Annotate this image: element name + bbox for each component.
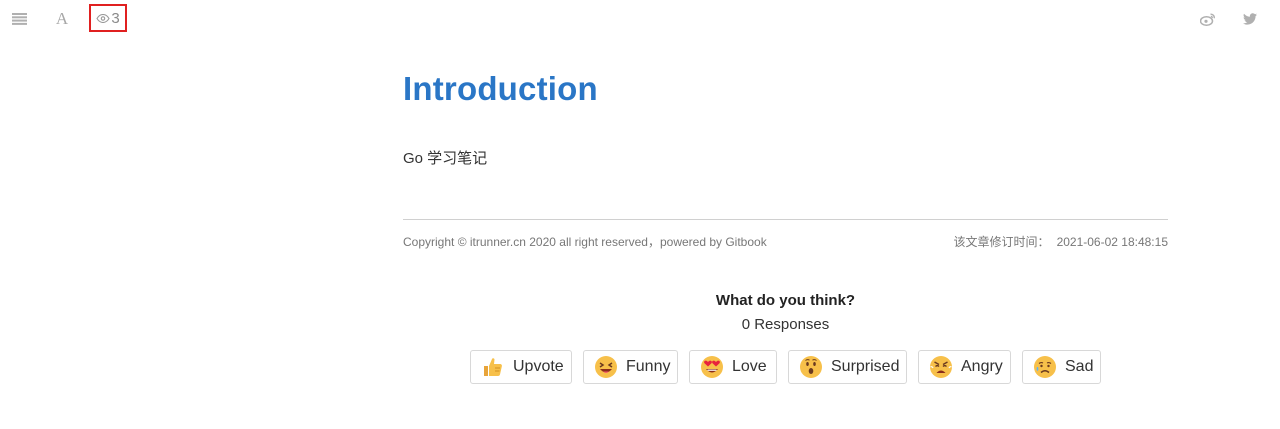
love-label: Love bbox=[732, 358, 767, 375]
surprised-button[interactable]: Surprised bbox=[788, 350, 907, 384]
page-body-text: Go 学习笔记 bbox=[403, 150, 488, 167]
surprised-label: Surprised bbox=[831, 358, 900, 375]
love-button[interactable]: Love bbox=[689, 350, 777, 384]
font-settings-icon[interactable]: A bbox=[52, 8, 72, 30]
angry-button[interactable]: Angry bbox=[918, 350, 1011, 384]
reactions-title: What do you think? bbox=[715, 292, 856, 309]
modified-time: 2021-06-02 18:48:15 bbox=[1056, 235, 1168, 249]
page-title: Introduction bbox=[403, 70, 598, 107]
reaction-buttons: Upvote Funny Love Surprised Angry Sad bbox=[403, 350, 1168, 386]
modified-label: 该文章修订时间： bbox=[953, 235, 1050, 249]
angry-label: Angry bbox=[961, 358, 1003, 375]
angry-emoji bbox=[929, 355, 953, 379]
sad-button[interactable]: Sad bbox=[1022, 350, 1101, 384]
reactions-widget: What do you think? 0 Responses Upvote Fu… bbox=[403, 290, 1168, 384]
twitter-icon[interactable] bbox=[1240, 8, 1260, 30]
eye-icon bbox=[96, 13, 110, 23]
views-count: 3 bbox=[111, 9, 120, 27]
funny-label: Funny bbox=[626, 358, 671, 375]
heart-eyes-emoji bbox=[700, 355, 724, 379]
sad-emoji bbox=[1033, 355, 1057, 379]
upvote-label: Upvote bbox=[513, 358, 564, 375]
surprised-emoji bbox=[799, 355, 823, 379]
upvote-button[interactable]: Upvote bbox=[470, 350, 572, 384]
responses-count: 0 Responses bbox=[741, 316, 830, 333]
thumbs-up-emoji bbox=[481, 355, 505, 379]
page-views-counter: 3 bbox=[89, 4, 127, 32]
footer-divider bbox=[403, 219, 1168, 220]
top-toolbar: A 3 bbox=[0, 0, 1280, 36]
modified-time-info: 该文章修订时间： 2021-06-02 18:48:15 bbox=[954, 233, 1168, 250]
weibo-icon[interactable] bbox=[1197, 8, 1219, 30]
laughing-emoji bbox=[594, 355, 618, 379]
copyright-text: Copyright © itrunner.cn 2020 all right r… bbox=[403, 235, 767, 249]
sad-label: Sad bbox=[1065, 358, 1094, 375]
funny-button[interactable]: Funny bbox=[583, 350, 678, 384]
hamburger-menu-icon[interactable] bbox=[9, 8, 29, 30]
